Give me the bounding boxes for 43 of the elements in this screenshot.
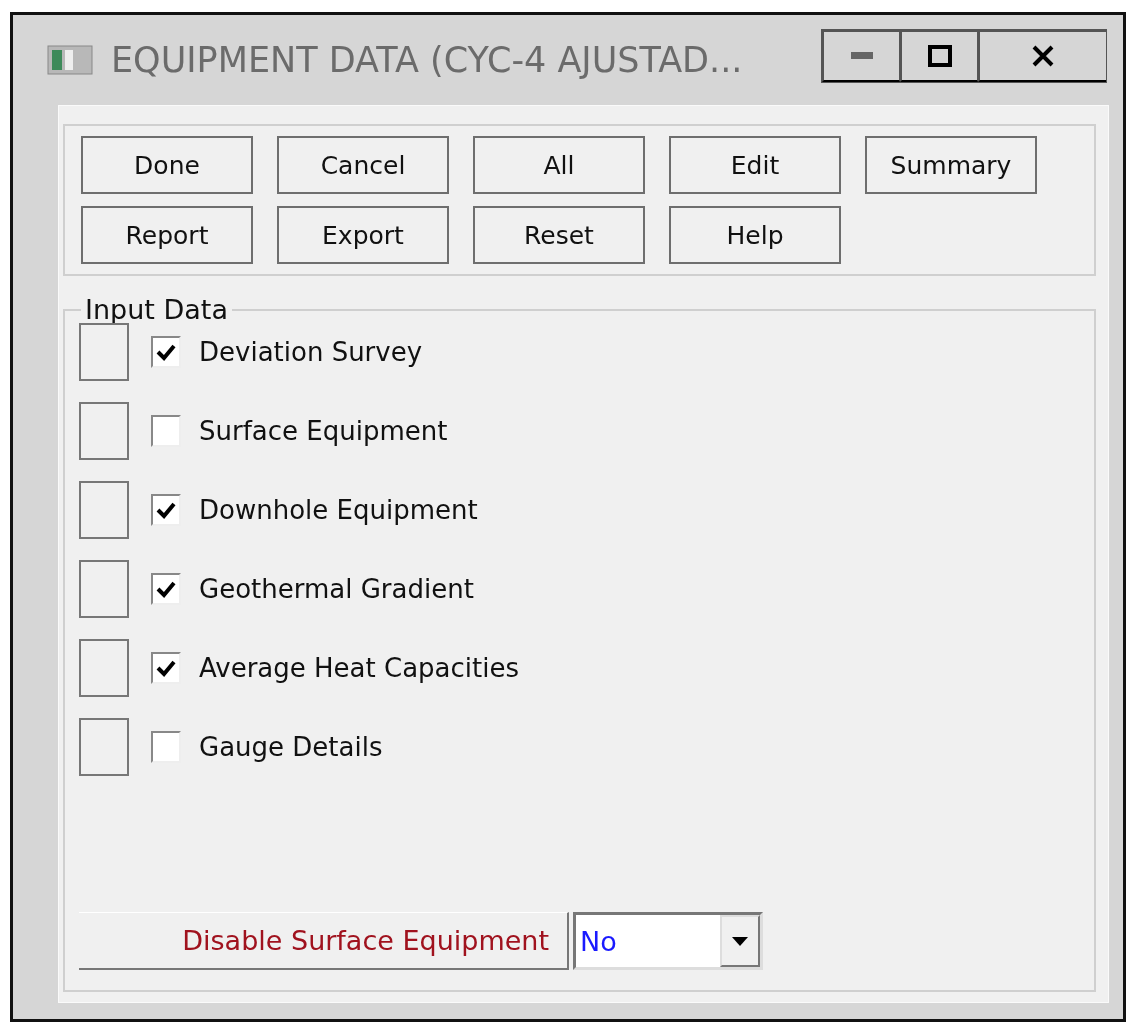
row-selector[interactable] — [79, 639, 129, 697]
minimize-icon — [850, 52, 873, 60]
dialog-button[interactable]: Edit — [669, 136, 841, 194]
window-icon — [47, 45, 93, 75]
checkbox[interactable] — [151, 415, 181, 447]
row-selector[interactable] — [79, 402, 129, 460]
checkmark-icon — [156, 580, 176, 598]
maximize-button[interactable] — [900, 30, 978, 82]
checkbox[interactable] — [151, 731, 181, 763]
checkbox[interactable] — [151, 336, 181, 368]
checkbox[interactable] — [151, 573, 181, 605]
dialog-button[interactable]: Summary — [865, 136, 1037, 194]
checkbox[interactable] — [151, 494, 181, 526]
checkbox[interactable] — [151, 652, 181, 684]
checkmark-icon — [156, 659, 176, 677]
dialog-button[interactable]: Report — [81, 206, 253, 264]
minimize-button[interactable] — [822, 30, 900, 82]
checkbox-label: Surface Equipment — [199, 416, 448, 446]
window-title: EQUIPMENT DATA (CYC-4 AJUSTAD... — [111, 40, 744, 80]
dropdown[interactable]: No — [573, 912, 763, 970]
checkbox-label: Deviation Survey — [199, 337, 423, 367]
dialog-button[interactable]: Help — [669, 206, 841, 264]
checkmark-icon — [156, 343, 176, 361]
close-icon — [1031, 45, 1055, 67]
row-selector[interactable] — [79, 718, 129, 776]
dialog-button[interactable]: Export — [277, 206, 449, 264]
group-legend: Input Data — [81, 296, 232, 323]
dropdown-arrow-icon — [732, 936, 748, 946]
row-selector[interactable] — [79, 323, 129, 381]
field-label: Disable Surface Equipment — [79, 912, 569, 970]
maximize-icon — [927, 45, 952, 67]
dialog-button[interactable]: Done — [81, 136, 253, 194]
dialog-button[interactable]: All — [473, 136, 645, 194]
checkbox-label: Gauge Details — [199, 732, 383, 762]
row-selector[interactable] — [79, 481, 129, 539]
checkbox-label: Average Heat Capacities — [199, 653, 519, 683]
checkbox-label: Downhole Equipment — [199, 495, 478, 525]
checkmark-icon — [156, 501, 176, 519]
row-selector[interactable] — [79, 560, 129, 618]
close-button[interactable] — [978, 30, 1106, 82]
dialog-button[interactable]: Cancel — [277, 136, 449, 194]
dialog-button[interactable]: Reset — [473, 206, 645, 264]
checkbox-label: Geothermal Gradient — [199, 574, 474, 604]
